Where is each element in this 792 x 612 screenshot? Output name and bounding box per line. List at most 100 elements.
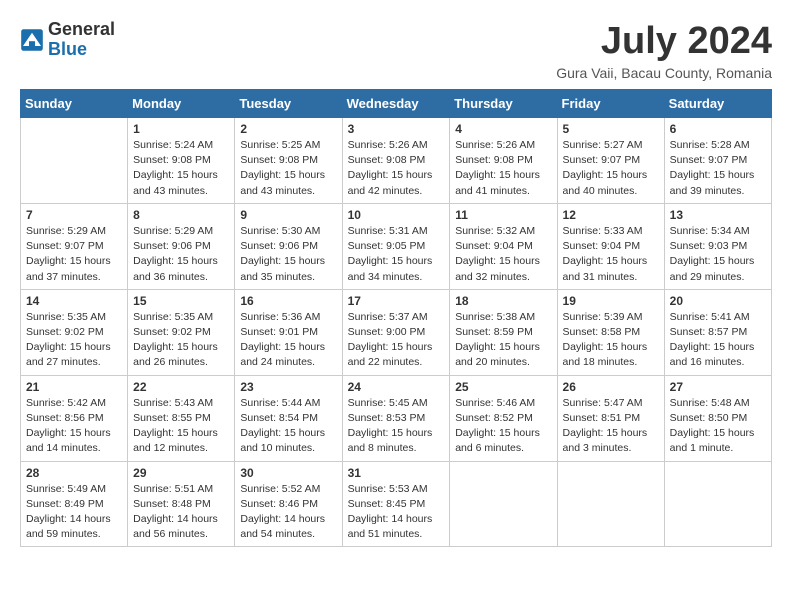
day-info: Sunrise: 5:42 AMSunset: 8:56 PMDaylight:… xyxy=(26,396,122,457)
day-info: Sunrise: 5:26 AMSunset: 9:08 PMDaylight:… xyxy=(455,138,551,199)
weekday-header-saturday: Saturday xyxy=(664,90,771,118)
day-info: Sunrise: 5:39 AMSunset: 8:58 PMDaylight:… xyxy=(563,310,659,371)
day-number: 28 xyxy=(26,466,122,480)
calendar-cell xyxy=(664,461,771,547)
calendar-cell: 13 Sunrise: 5:34 AMSunset: 9:03 PMDayligh… xyxy=(664,203,771,289)
calendar-cell: 1Sunrise: 5:24 AMSunset: 9:08 PMDaylight… xyxy=(128,118,235,204)
day-info: Sunrise: 5:45 AMSunset: 8:53 PMDaylight:… xyxy=(348,396,445,457)
calendar-cell: 6 Sunrise: 5:28 AMSunset: 9:07 PMDaylight… xyxy=(664,118,771,204)
calendar-cell: 11Sunrise: 5:32 AMSunset: 9:04 PMDayligh… xyxy=(450,203,557,289)
logo-text: General Blue xyxy=(48,20,115,60)
calendar-cell: 24 Sunrise: 5:45 AMSunset: 8:53 PMDayligh… xyxy=(342,375,450,461)
day-info: Sunrise: 5:46 AMSunset: 8:52 PMDaylight:… xyxy=(455,396,551,457)
calendar-cell: 26 Sunrise: 5:47 AMSunset: 8:51 PMDayligh… xyxy=(557,375,664,461)
day-number: 3 xyxy=(348,122,445,136)
logo-blue-text: Blue xyxy=(48,40,115,60)
month-title: July 2024 xyxy=(556,20,772,63)
calendar-cell: 30Sunrise: 5:52 AMSunset: 8:46 PMDayligh… xyxy=(235,461,342,547)
calendar-cell: 10 Sunrise: 5:31 AMSunset: 9:05 PMDayligh… xyxy=(342,203,450,289)
day-info: Sunrise: 5:29 AMSunset: 9:07 PMDaylight:… xyxy=(26,224,122,285)
weekday-header-thursday: Thursday xyxy=(450,90,557,118)
calendar-cell: 17Sunrise: 5:37 AMSunset: 9:00 PMDayligh… xyxy=(342,289,450,375)
calendar-cell: 29 Sunrise: 5:51 AMSunset: 8:48 PMDayligh… xyxy=(128,461,235,547)
calendar-body: 1Sunrise: 5:24 AMSunset: 9:08 PMDaylight… xyxy=(21,118,772,547)
day-number: 1 xyxy=(133,122,229,136)
day-number: 22 xyxy=(133,380,229,394)
weekday-header-friday: Friday xyxy=(557,90,664,118)
calendar-cell: 2Sunrise: 5:25 AMSunset: 9:08 PMDaylight… xyxy=(235,118,342,204)
day-info: Sunrise: 5:47 AMSunset: 8:51 PMDaylight:… xyxy=(563,396,659,457)
day-info: Sunrise: 5:36 AMSunset: 9:01 PMDaylight:… xyxy=(240,310,336,371)
day-number: 18 xyxy=(455,294,551,308)
day-number: 15 xyxy=(133,294,229,308)
day-number: 4 xyxy=(455,122,551,136)
day-info: Sunrise: 5:35 AMSunset: 9:02 PMDaylight:… xyxy=(133,310,229,371)
day-number: 14 xyxy=(26,294,122,308)
day-number: 11 xyxy=(455,208,551,222)
day-info: Sunrise: 5:53 AMSunset: 8:45 PMDaylight:… xyxy=(348,482,445,543)
day-info: Sunrise: 5:34 AMSunset: 9:03 PMDaylight:… xyxy=(670,224,766,285)
calendar-cell xyxy=(21,118,128,204)
day-number: 7 xyxy=(26,208,122,222)
calendar-cell: 7 Sunrise: 5:29 AMSunset: 9:07 PMDaylight… xyxy=(21,203,128,289)
calendar-cell: 28 Sunrise: 5:49 AMSunset: 8:49 PMDayligh… xyxy=(21,461,128,547)
logo-general-text: General xyxy=(48,20,115,40)
day-number: 19 xyxy=(563,294,659,308)
day-number: 10 xyxy=(348,208,445,222)
calendar-cell: 20 Sunrise: 5:41 AMSunset: 8:57 PMDayligh… xyxy=(664,289,771,375)
day-number: 25 xyxy=(455,380,551,394)
day-info: Sunrise: 5:41 AMSunset: 8:57 PMDaylight:… xyxy=(670,310,766,371)
day-info: Sunrise: 5:38 AMSunset: 8:59 PMDaylight:… xyxy=(455,310,551,371)
calendar-cell: 21 Sunrise: 5:42 AMSunset: 8:56 PMDayligh… xyxy=(21,375,128,461)
calendar-week-row: 28 Sunrise: 5:49 AMSunset: 8:49 PMDayligh… xyxy=(21,461,772,547)
calendar-cell xyxy=(557,461,664,547)
location: Gura Vaii, Bacau County, Romania xyxy=(556,65,772,81)
day-number: 29 xyxy=(133,466,229,480)
day-info: Sunrise: 5:27 AMSunset: 9:07 PMDaylight:… xyxy=(563,138,659,199)
calendar-table: SundayMondayTuesdayWednesdayThursdayFrid… xyxy=(20,89,772,547)
day-number: 27 xyxy=(670,380,766,394)
weekday-header-wednesday: Wednesday xyxy=(342,90,450,118)
day-number: 13 xyxy=(670,208,766,222)
day-info: Sunrise: 5:44 AMSunset: 8:54 PMDaylight:… xyxy=(240,396,336,457)
calendar-cell: 15 Sunrise: 5:35 AMSunset: 9:02 PMDayligh… xyxy=(128,289,235,375)
calendar-cell: 27 Sunrise: 5:48 AMSunset: 8:50 PMDayligh… xyxy=(664,375,771,461)
day-info: Sunrise: 5:49 AMSunset: 8:49 PMDaylight:… xyxy=(26,482,122,543)
day-number: 21 xyxy=(26,380,122,394)
calendar-cell: 19 Sunrise: 5:39 AMSunset: 8:58 PMDayligh… xyxy=(557,289,664,375)
title-block: July 2024 Gura Vaii, Bacau County, Roman… xyxy=(556,20,772,81)
day-info: Sunrise: 5:51 AMSunset: 8:48 PMDaylight:… xyxy=(133,482,229,543)
day-info: Sunrise: 5:33 AMSunset: 9:04 PMDaylight:… xyxy=(563,224,659,285)
weekday-header-row: SundayMondayTuesdayWednesdayThursdayFrid… xyxy=(21,90,772,118)
day-info: Sunrise: 5:31 AMSunset: 9:05 PMDaylight:… xyxy=(348,224,445,285)
day-number: 24 xyxy=(348,380,445,394)
calendar-header: SundayMondayTuesdayWednesdayThursdayFrid… xyxy=(21,90,772,118)
day-number: 6 xyxy=(670,122,766,136)
day-info: Sunrise: 5:30 AMSunset: 9:06 PMDaylight:… xyxy=(240,224,336,285)
day-info: Sunrise: 5:28 AMSunset: 9:07 PMDaylight:… xyxy=(670,138,766,199)
day-info: Sunrise: 5:48 AMSunset: 8:50 PMDaylight:… xyxy=(670,396,766,457)
day-number: 12 xyxy=(563,208,659,222)
calendar-cell: 9Sunrise: 5:30 AMSunset: 9:06 PMDaylight… xyxy=(235,203,342,289)
calendar-cell: 4 Sunrise: 5:26 AMSunset: 9:08 PMDaylight… xyxy=(450,118,557,204)
day-number: 23 xyxy=(240,380,336,394)
day-info: Sunrise: 5:25 AMSunset: 9:08 PMDaylight:… xyxy=(240,138,336,199)
day-number: 5 xyxy=(563,122,659,136)
calendar-week-row: 21 Sunrise: 5:42 AMSunset: 8:56 PMDayligh… xyxy=(21,375,772,461)
calendar-cell: 23 Sunrise: 5:44 AMSunset: 8:54 PMDayligh… xyxy=(235,375,342,461)
day-number: 30 xyxy=(240,466,336,480)
calendar-cell: 31Sunrise: 5:53 AMSunset: 8:45 PMDayligh… xyxy=(342,461,450,547)
day-number: 26 xyxy=(563,380,659,394)
calendar-week-row: 7 Sunrise: 5:29 AMSunset: 9:07 PMDaylight… xyxy=(21,203,772,289)
day-number: 8 xyxy=(133,208,229,222)
calendar-week-row: 1Sunrise: 5:24 AMSunset: 9:08 PMDaylight… xyxy=(21,118,772,204)
calendar-cell: 3Sunrise: 5:26 AMSunset: 9:08 PMDaylight… xyxy=(342,118,450,204)
calendar-cell: 25 Sunrise: 5:46 AMSunset: 8:52 PMDayligh… xyxy=(450,375,557,461)
day-info: Sunrise: 5:35 AMSunset: 9:02 PMDaylight:… xyxy=(26,310,122,371)
weekday-header-sunday: Sunday xyxy=(21,90,128,118)
day-number: 17 xyxy=(348,294,445,308)
day-number: 20 xyxy=(670,294,766,308)
logo: General Blue xyxy=(20,20,115,60)
calendar-cell: 18 Sunrise: 5:38 AMSunset: 8:59 PMDayligh… xyxy=(450,289,557,375)
calendar-cell: 22Sunrise: 5:43 AMSunset: 8:55 PMDayligh… xyxy=(128,375,235,461)
